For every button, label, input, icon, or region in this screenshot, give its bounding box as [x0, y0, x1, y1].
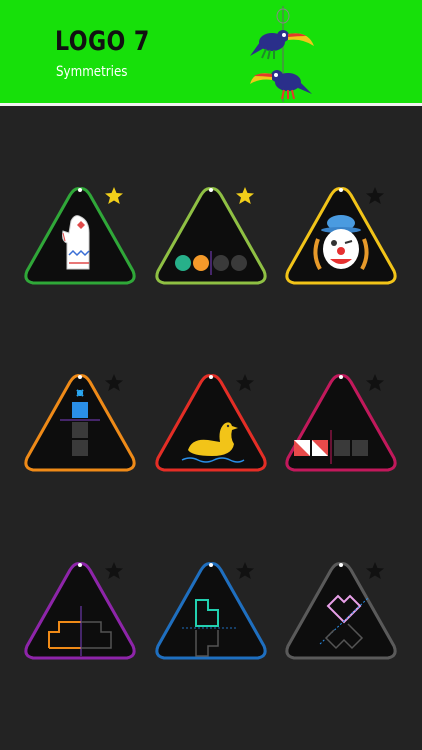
- star-icon: [105, 374, 123, 391]
- star-icon: [236, 187, 254, 204]
- star-icon: [366, 187, 384, 204]
- star-icon: [366, 374, 384, 391]
- level-tile-2[interactable]: [146, 181, 276, 311]
- level-tile-1[interactable]: [15, 181, 145, 311]
- star-icon: [236, 374, 254, 391]
- star-icon: [236, 562, 254, 579]
- progress-marker: [78, 563, 82, 567]
- level-tile-4[interactable]: [15, 368, 145, 498]
- progress-marker: [339, 375, 343, 379]
- page-subtitle: Symmetries: [56, 64, 128, 80]
- progress-marker: [78, 188, 82, 192]
- level-tile-5[interactable]: [146, 368, 276, 498]
- level-tile-8[interactable]: [146, 556, 276, 686]
- page-title: LOGO 7: [55, 26, 150, 57]
- star-icon: [105, 187, 123, 204]
- level-tile-7[interactable]: [15, 556, 145, 686]
- level-grid: [0, 106, 422, 750]
- progress-marker: [339, 563, 343, 567]
- star-icon: [105, 562, 123, 579]
- progress-marker: [209, 563, 213, 567]
- level-tile-3[interactable]: [276, 181, 406, 311]
- level-tile-6[interactable]: [276, 368, 406, 498]
- toucans-icon: [250, 6, 314, 102]
- progress-marker: [209, 188, 213, 192]
- progress-marker: [339, 188, 343, 192]
- level-tile-9[interactable]: [276, 556, 406, 686]
- progress-marker: [209, 375, 213, 379]
- star-icon: [366, 562, 384, 579]
- progress-marker: [78, 375, 82, 379]
